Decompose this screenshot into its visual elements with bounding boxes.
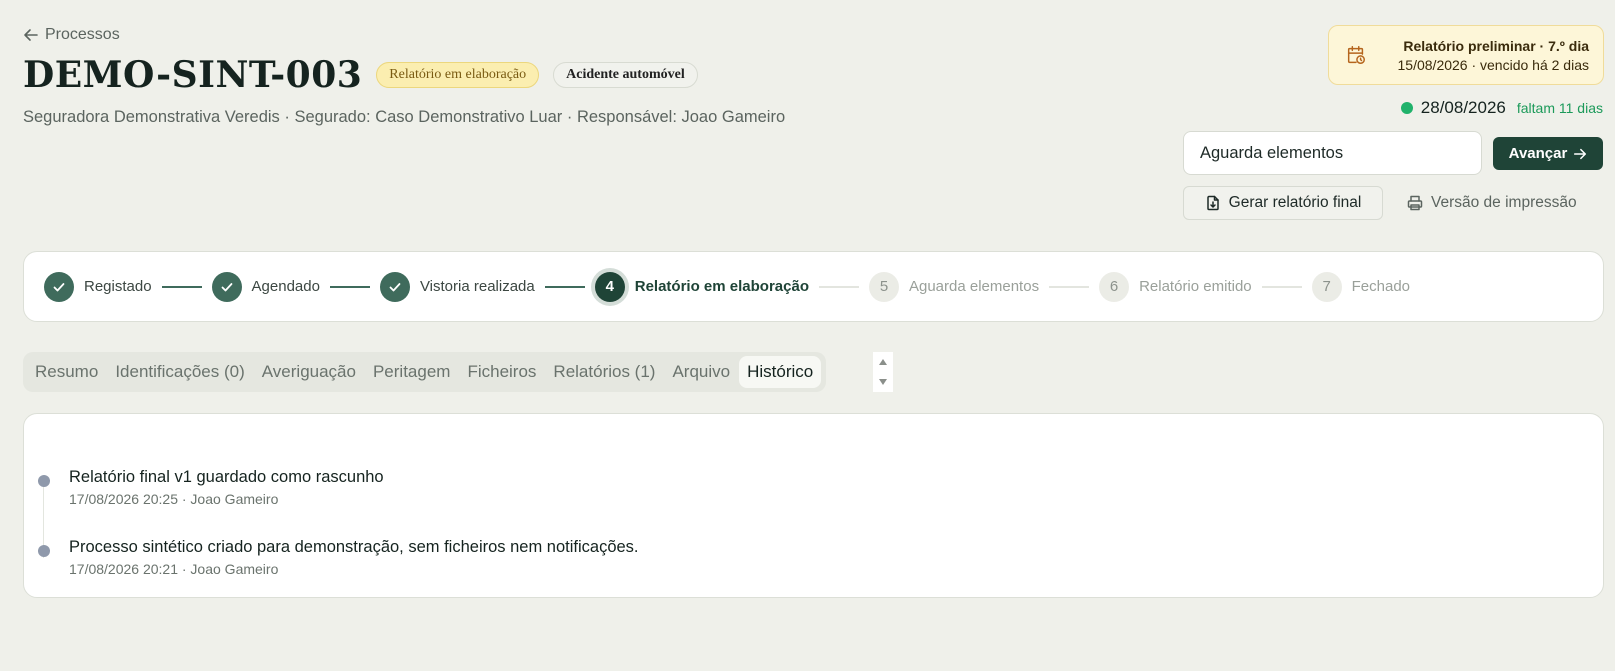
back-to-processos-link[interactable]: Processos <box>23 26 120 44</box>
step-agendado: Agendado <box>211 271 320 302</box>
tab-arquivo[interactable]: Arquivo <box>664 356 738 388</box>
tab-peritagem[interactable]: Peritagem <box>365 356 458 388</box>
tab-averiguacao[interactable]: Averiguação <box>254 356 364 388</box>
event-meta: 17/08/2026 20:21 · Joao Gameiro <box>69 561 279 577</box>
step-circle <box>211 271 242 302</box>
arrow-right-icon <box>1574 148 1587 159</box>
deadline-subtitle: 15/08/2026 · vencido há 2 dias <box>1397 56 1589 73</box>
advance-button[interactable]: Avançar <box>1493 137 1603 170</box>
step-circle <box>379 271 410 302</box>
step-connector <box>1049 285 1090 288</box>
tabs-scrollbar[interactable] <box>873 352 893 392</box>
step-circle <box>44 271 74 302</box>
event-meta: 17/08/2026 20:25 · Joao Gameiro <box>69 491 279 507</box>
final-report-label: Gerar relatório final <box>1228 194 1362 211</box>
tab-relatorios[interactable]: Relatórios (1) <box>545 356 663 388</box>
generate-final-report-button[interactable]: Gerar relatório final <box>1183 186 1383 220</box>
step-label: Agendado <box>251 278 320 295</box>
history-event: Relatório final v1 guardado como rascunh… <box>38 468 384 507</box>
check-icon <box>389 282 401 291</box>
due-date: 28/08/2026 <box>1420 98 1506 117</box>
step-number: 6 <box>1099 271 1130 302</box>
check-icon <box>221 282 232 291</box>
next-state-value: Aguarda elementos <box>1200 143 1344 162</box>
next-state-select[interactable]: Aguarda elementos <box>1183 131 1482 175</box>
due-date-row: 28/08/2026 faltam 11 dias <box>1400 98 1603 118</box>
scroll-up-icon[interactable] <box>878 358 888 366</box>
scroll-down-icon[interactable] <box>878 378 888 386</box>
print-version-label: Versão de impressão <box>1431 194 1577 211</box>
process-tabs: Resumo Identificações (0) Averiguação Pe… <box>23 352 827 392</box>
printer-icon <box>1407 195 1423 211</box>
check-icon <box>53 282 65 291</box>
step-label: Aguarda elementos <box>908 278 1040 295</box>
step-number: 4 <box>594 271 625 302</box>
step-number: 7 <box>1311 271 1342 302</box>
tab-historico[interactable]: Histórico <box>739 356 822 388</box>
page-title: DEMO-SINT-003 <box>23 54 363 96</box>
tab-resumo[interactable]: Resumo <box>27 356 106 388</box>
step-label: Fechado <box>1351 278 1411 295</box>
due-remaining: faltam 11 dias <box>1516 100 1603 116</box>
step-aguarda-elementos: 5 Aguarda elementos <box>868 271 1040 302</box>
advance-button-label: Avançar <box>1508 145 1568 162</box>
back-link-label: Processos <box>45 26 120 43</box>
step-label: Vistoria realizada <box>419 278 535 295</box>
status-badge: Relatório em elaboração <box>376 62 540 88</box>
step-label: Relatório em elaboração <box>634 278 809 295</box>
event-text: Relatório final v1 guardado como rascunh… <box>69 468 384 486</box>
step-vistoria-realizada: Vistoria realizada <box>379 271 535 302</box>
step-connector <box>161 285 202 288</box>
tab-ficheiros[interactable]: Ficheiros <box>459 356 544 388</box>
step-connector <box>544 285 585 288</box>
file-download-icon <box>1206 195 1219 211</box>
deadline-card: Relatório preliminar · 7.º dia 15/08/202… <box>1328 25 1604 85</box>
step-label: Relatório emitido <box>1139 278 1252 295</box>
step-connector <box>818 285 859 288</box>
step-number: 5 <box>868 271 899 302</box>
deadline-title: Relatório preliminar · 7.º dia <box>1403 37 1589 54</box>
step-label: Registado <box>84 278 152 295</box>
due-status-dot <box>1400 102 1413 114</box>
event-text: Processo sintético criado para demonstra… <box>69 538 639 556</box>
step-connector <box>329 285 370 288</box>
timeline-dot <box>38 545 50 557</box>
history-panel: Relatório final v1 guardado como rascunh… <box>23 413 1604 598</box>
step-connector <box>1261 285 1302 288</box>
calendar-clock-icon <box>1347 46 1365 64</box>
step-registado: Registado <box>44 271 152 302</box>
process-stepper: Registado Agendado Vistoria realizada 4 … <box>23 251 1604 322</box>
process-subtitle: Seguradora Demonstrativa Veredis · Segur… <box>23 108 786 126</box>
type-badge: Acidente automóvel <box>553 62 698 88</box>
step-relatorio-em-elaboracao: 4 Relatório em elaboração <box>594 271 809 302</box>
arrow-left-icon <box>24 29 38 41</box>
tab-identificacoes[interactable]: Identificações (0) <box>107 356 252 388</box>
step-relatorio-emitido: 6 Relatório emitido <box>1099 271 1252 302</box>
timeline-dot <box>38 475 50 487</box>
step-fechado: 7 Fechado <box>1311 271 1411 302</box>
title-row: DEMO-SINT-003 Relatório em elaboração Ac… <box>23 54 698 96</box>
history-event: Processo sintético criado para demonstra… <box>38 538 639 577</box>
print-version-button[interactable]: Versão de impressão <box>1405 186 1603 220</box>
